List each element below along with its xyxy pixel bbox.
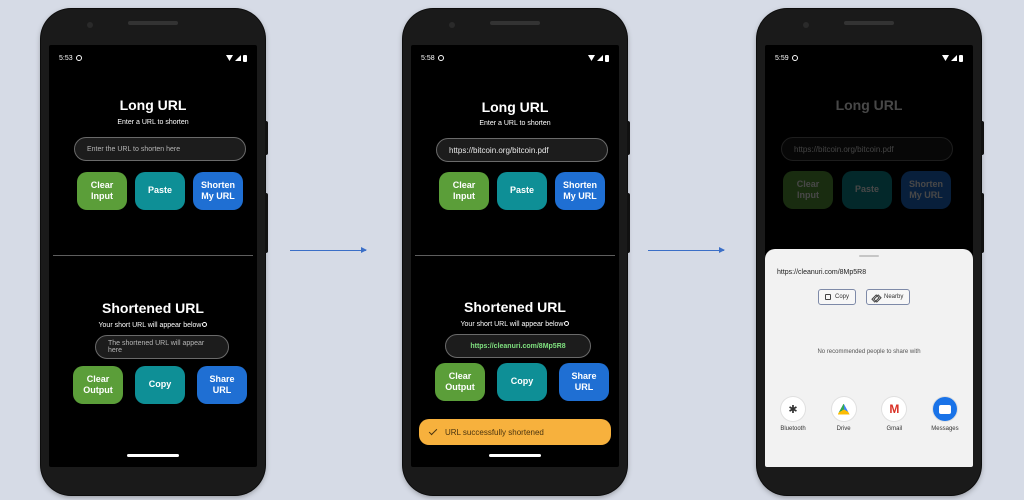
bluetooth-icon: ✱ <box>781 397 805 421</box>
status-time: 5:58 <box>421 54 435 62</box>
clear-input-button[interactable]: Clear Input <box>439 172 489 210</box>
wifi-icon <box>942 55 949 61</box>
app-screen-2: 5:58 Long URL Enter a URL to shorten htt… <box>411 45 619 467</box>
power-button <box>265 121 268 155</box>
status-bar: 5:59 <box>775 53 963 63</box>
nearby-share-icon <box>873 295 880 300</box>
toast-message: URL successfully shortened <box>445 427 544 437</box>
share-target-drive[interactable]: Drive <box>822 397 866 432</box>
camera <box>87 22 93 28</box>
gmail-icon: M <box>882 397 907 421</box>
copy-button[interactable]: Copy <box>497 363 547 401</box>
url-input: https://bitcoin.org/bitcoin.pdf <box>781 137 953 161</box>
section-divider <box>53 255 253 256</box>
app-label: Gmail <box>886 426 903 432</box>
sheet-drag-handle[interactable] <box>859 255 879 257</box>
clear-output-button[interactable]: Clear Output <box>73 366 123 404</box>
arrow-right-icon <box>290 247 367 253</box>
arrow-right-icon <box>648 247 725 253</box>
shortened-url-title: Shortened URL <box>102 300 204 316</box>
signal-icon <box>235 55 241 61</box>
share-target-gmail[interactable]: M Gmail <box>872 397 916 432</box>
shorten-button: Shorten My URL <box>901 171 951 209</box>
success-toast: URL successfully shortened <box>419 419 611 445</box>
shortened-url-subtitle: Your short URL will appear below <box>49 322 257 329</box>
shared-url-text: https://cleanuri.com/8Mp5R8 <box>777 269 867 276</box>
phone-frame-3: 5:59 Long URL https://bitcoin.org/bitcoi… <box>757 9 984 495</box>
status-bar: 5:58 <box>421 53 609 63</box>
share-url-button[interactable]: Share URL <box>559 363 609 401</box>
long-url-subtitle: Enter a URL to shorten <box>479 120 551 127</box>
long-url-title: Long URL <box>481 99 549 115</box>
nearby-chip-label: Nearby <box>884 294 904 300</box>
status-time: 5:59 <box>775 54 789 62</box>
nearby-chip[interactable]: Nearby <box>866 289 911 305</box>
volume-button <box>627 193 630 253</box>
copy-button[interactable]: Copy <box>135 366 185 404</box>
volume-button <box>265 193 268 253</box>
info-icon <box>202 322 208 327</box>
home-indicator[interactable] <box>127 454 179 457</box>
shorten-button[interactable]: Shorten My URL <box>193 172 243 210</box>
settings-gear-icon <box>75 54 82 61</box>
shortened-url-title: Shortened URL <box>464 299 566 315</box>
phone-frame-2: 5:58 Long URL Enter a URL to shorten htt… <box>403 9 630 495</box>
long-url-title: Long URL <box>835 97 903 113</box>
clear-output-button[interactable]: Clear Output <box>435 363 485 401</box>
copy-icon <box>825 294 831 300</box>
volume-button <box>981 193 984 253</box>
camera <box>449 22 455 28</box>
signal-icon <box>597 55 603 61</box>
long-url-title: Long URL <box>119 97 187 113</box>
battery-icon <box>605 54 609 62</box>
long-url-subtitle: Enter a URL to shorten <box>117 119 189 126</box>
paste-button[interactable]: Paste <box>135 172 185 210</box>
info-icon <box>564 321 570 326</box>
share-app-row: ✱ Bluetooth Drive M Gmail Messages <box>771 397 967 432</box>
clear-input-button: Clear Input <box>783 171 833 209</box>
camera <box>803 22 809 28</box>
url-input[interactable]: https://bitcoin.org/bitcoin.pdf <box>436 138 608 162</box>
copy-chip[interactable]: Copy <box>818 289 857 305</box>
app-screen-1: 5:53 Long URL Enter a URL to shorten Ent… <box>49 45 257 467</box>
url-input[interactable]: Enter the URL to shorten here <box>74 137 246 161</box>
wifi-icon <box>588 55 595 61</box>
section-divider <box>415 255 615 256</box>
status-bar: 5:53 <box>59 53 247 63</box>
paste-button[interactable]: Paste <box>497 172 547 210</box>
wifi-icon <box>226 55 233 61</box>
settings-gear-icon <box>791 54 798 61</box>
home-indicator[interactable] <box>489 454 541 457</box>
phone-frame-1: 5:53 Long URL Enter a URL to shorten Ent… <box>41 9 268 495</box>
copy-chip-label: Copy <box>835 294 850 300</box>
shortened-url-subtitle: Your short URL will appear below <box>411 321 619 328</box>
shorten-button[interactable]: Shorten My URL <box>555 172 605 210</box>
clear-input-button[interactable]: Clear Input <box>77 172 127 210</box>
drive-icon <box>831 397 856 421</box>
url-output[interactable]: https://cleanuri.com/8Mp5R8 <box>445 334 591 358</box>
no-recommendation-text: No recommended people to share with <box>817 349 921 355</box>
app-label: Messages <box>931 426 959 432</box>
app-screen-3: 5:59 Long URL https://bitcoin.org/bitcoi… <box>765 45 973 467</box>
battery-icon <box>959 54 963 62</box>
share-sheet: https://cleanuri.com/8Mp5R8 Copy Nearby … <box>765 249 973 467</box>
messages-icon <box>932 397 957 421</box>
share-target-messages[interactable]: Messages <box>923 397 967 432</box>
share-url-button[interactable]: Share URL <box>197 366 247 404</box>
status-time: 5:53 <box>59 54 73 62</box>
app-label: Drive <box>836 426 851 432</box>
power-button <box>981 121 984 155</box>
app-label: Bluetooth <box>780 426 806 432</box>
url-output: The shortened URL will appear here <box>95 335 229 359</box>
settings-gear-icon <box>437 54 444 61</box>
check-icon <box>428 426 438 436</box>
share-target-bluetooth[interactable]: ✱ Bluetooth <box>771 397 815 432</box>
paste-button: Paste <box>842 171 892 209</box>
power-button <box>627 121 630 155</box>
battery-icon <box>243 54 247 62</box>
signal-icon <box>951 55 957 61</box>
